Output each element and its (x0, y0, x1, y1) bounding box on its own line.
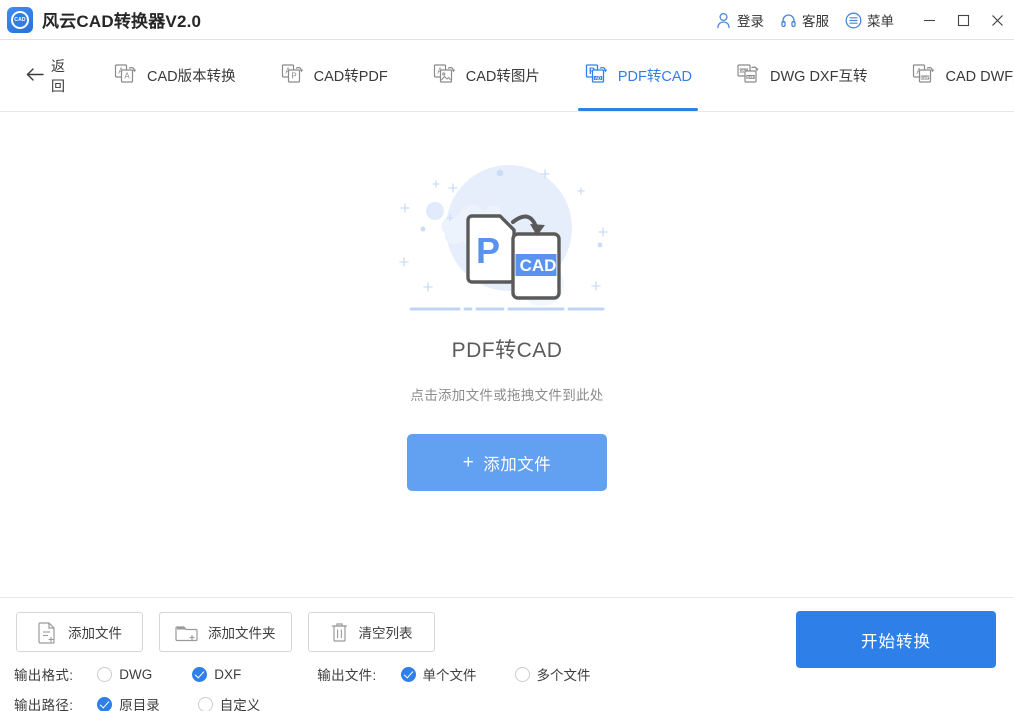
output-format-group: DWG DXF (85, 667, 241, 682)
tab-label: CAD版本转换 (147, 65, 236, 86)
back-button[interactable]: 返回 (12, 40, 79, 111)
dwg-dxf-icon: DWG DXF (736, 61, 762, 91)
radio-output-file-multiple[interactable]: 多个文件 (515, 664, 591, 684)
tab-label: DWG DXF互转 (770, 65, 867, 86)
tab-label: PDF转CAD (618, 65, 692, 86)
back-label: 返回 (51, 56, 65, 96)
add-folder-button[interactable]: 添加文件夹 (159, 612, 292, 652)
clear-list-button[interactable]: 清空列表 (308, 612, 435, 652)
radio-label: 多个文件 (537, 664, 591, 684)
tab-cad-dwf[interactable]: A DWF CAD DWF互转 (889, 40, 1014, 111)
app-logo: CAD (7, 7, 33, 33)
add-file-label: 添加文件 (68, 622, 122, 642)
radio-label: 原目录 (119, 694, 160, 711)
arrow-left-icon (26, 67, 45, 85)
pdf-to-cad-icon: P AD (584, 61, 610, 91)
tab-cad-version-convert[interactable]: A A CAD版本转换 (91, 40, 258, 111)
app-logo-text: CAD (13, 13, 27, 27)
tab-label: CAD转图片 (466, 65, 540, 86)
cad-to-image-icon: A (432, 61, 458, 91)
svg-text:A: A (124, 71, 130, 80)
menu-button[interactable]: 菜单 (837, 0, 902, 40)
title-bar: CAD 风云CAD转换器V2.0 登录 客服 (0, 0, 1014, 40)
page-title: PDF转CAD (452, 334, 563, 364)
output-format-label: 输出格式: (14, 664, 73, 684)
menu-list-icon (845, 12, 862, 29)
cad-dwf-icon: A DWF (911, 61, 937, 91)
radio-label: DWG (119, 667, 152, 682)
output-path-group: 原目录 自定义 (85, 694, 260, 711)
tab-pdf-to-cad[interactable]: P AD PDF转CAD (562, 40, 714, 111)
radio-output-path-original[interactable]: 原目录 (97, 694, 160, 711)
navigation-bar: 返回 A A CAD版本转换 A (0, 40, 1014, 112)
radio-check-icon (192, 667, 207, 682)
support-button[interactable]: 客服 (772, 0, 837, 40)
svg-text:DWF: DWF (921, 75, 930, 79)
login-button[interactable]: 登录 (707, 0, 772, 40)
add-folder-label: 添加文件夹 (208, 622, 276, 642)
output-path-label: 输出路径: (14, 694, 73, 711)
tab-dwg-dxf[interactable]: DWG DXF DWG DXF互转 (714, 40, 889, 111)
tab-cad-to-image[interactable]: A CAD转图片 (410, 40, 562, 111)
app-logo-ring: CAD (11, 11, 29, 29)
add-file-primary-label: 添加文件 (483, 451, 551, 475)
radio-circle-icon (97, 667, 112, 682)
options-row-2: 输出路径: 原目录 自定义 (0, 694, 1014, 711)
user-icon (715, 12, 732, 29)
login-label: 登录 (737, 10, 764, 30)
folder-add-icon (175, 622, 198, 643)
headset-icon (780, 12, 797, 29)
minimize-button[interactable] (912, 0, 946, 40)
radio-output-format-dxf[interactable]: DXF (192, 667, 241, 682)
radio-label: 单个文件 (423, 664, 477, 684)
tab-label: CAD转PDF (314, 65, 388, 86)
svg-text:P: P (476, 230, 500, 271)
tab-list: A A CAD版本转换 A P CAD转PD (91, 40, 1014, 111)
pdf-to-cad-illustration: P CAD (387, 156, 627, 316)
svg-text:AD: AD (595, 75, 601, 80)
drop-hint-text: 点击添加文件或拖拽文件到此处 (410, 384, 603, 404)
radio-circle-icon (515, 667, 530, 682)
radio-circle-icon (198, 697, 213, 711)
radio-output-file-single[interactable]: 单个文件 (401, 664, 477, 684)
maximize-button[interactable] (946, 0, 980, 40)
cad-to-pdf-icon: A P (280, 61, 306, 91)
radio-check-icon (97, 697, 112, 711)
radio-label: 自定义 (220, 694, 261, 711)
app-title: 风云CAD转换器V2.0 (42, 7, 201, 32)
tab-cad-to-pdf[interactable]: A P CAD转PDF (258, 40, 410, 111)
add-file-primary-button[interactable]: + 添加文件 (407, 434, 607, 491)
radio-output-format-dwg[interactable]: DWG (97, 667, 152, 682)
radio-label: DXF (214, 667, 241, 682)
clear-list-label: 清空列表 (359, 622, 413, 642)
file-add-icon (37, 621, 58, 644)
radio-check-icon (401, 667, 416, 682)
svg-text:DXF: DXF (747, 75, 755, 79)
cad-version-convert-icon: A A (113, 61, 139, 91)
window-controls (912, 0, 1014, 40)
title-bar-actions: 登录 客服 菜单 (707, 0, 1014, 40)
tab-label: CAD DWF互转 (945, 65, 1014, 86)
start-convert-button[interactable]: 开始转换 (796, 611, 996, 668)
close-button[interactable] (980, 0, 1014, 40)
bottom-toolbar: 添加文件 添加文件夹 (0, 597, 1014, 711)
support-label: 客服 (802, 10, 829, 30)
trash-icon (330, 621, 349, 643)
add-file-button[interactable]: 添加文件 (16, 612, 143, 652)
plus-icon: + (463, 453, 475, 472)
output-file-group: 单个文件 多个文件 (377, 664, 591, 684)
file-drop-area[interactable]: P CAD PDF转CAD 点击添加文件或拖拽文件到此处 + 添加文件 (0, 112, 1014, 597)
output-file-label: 输出文件: (317, 664, 376, 684)
menu-label: 菜单 (867, 10, 894, 30)
svg-text:P: P (291, 71, 296, 80)
svg-text:CAD: CAD (520, 256, 557, 275)
radio-output-path-custom[interactable]: 自定义 (198, 694, 261, 711)
